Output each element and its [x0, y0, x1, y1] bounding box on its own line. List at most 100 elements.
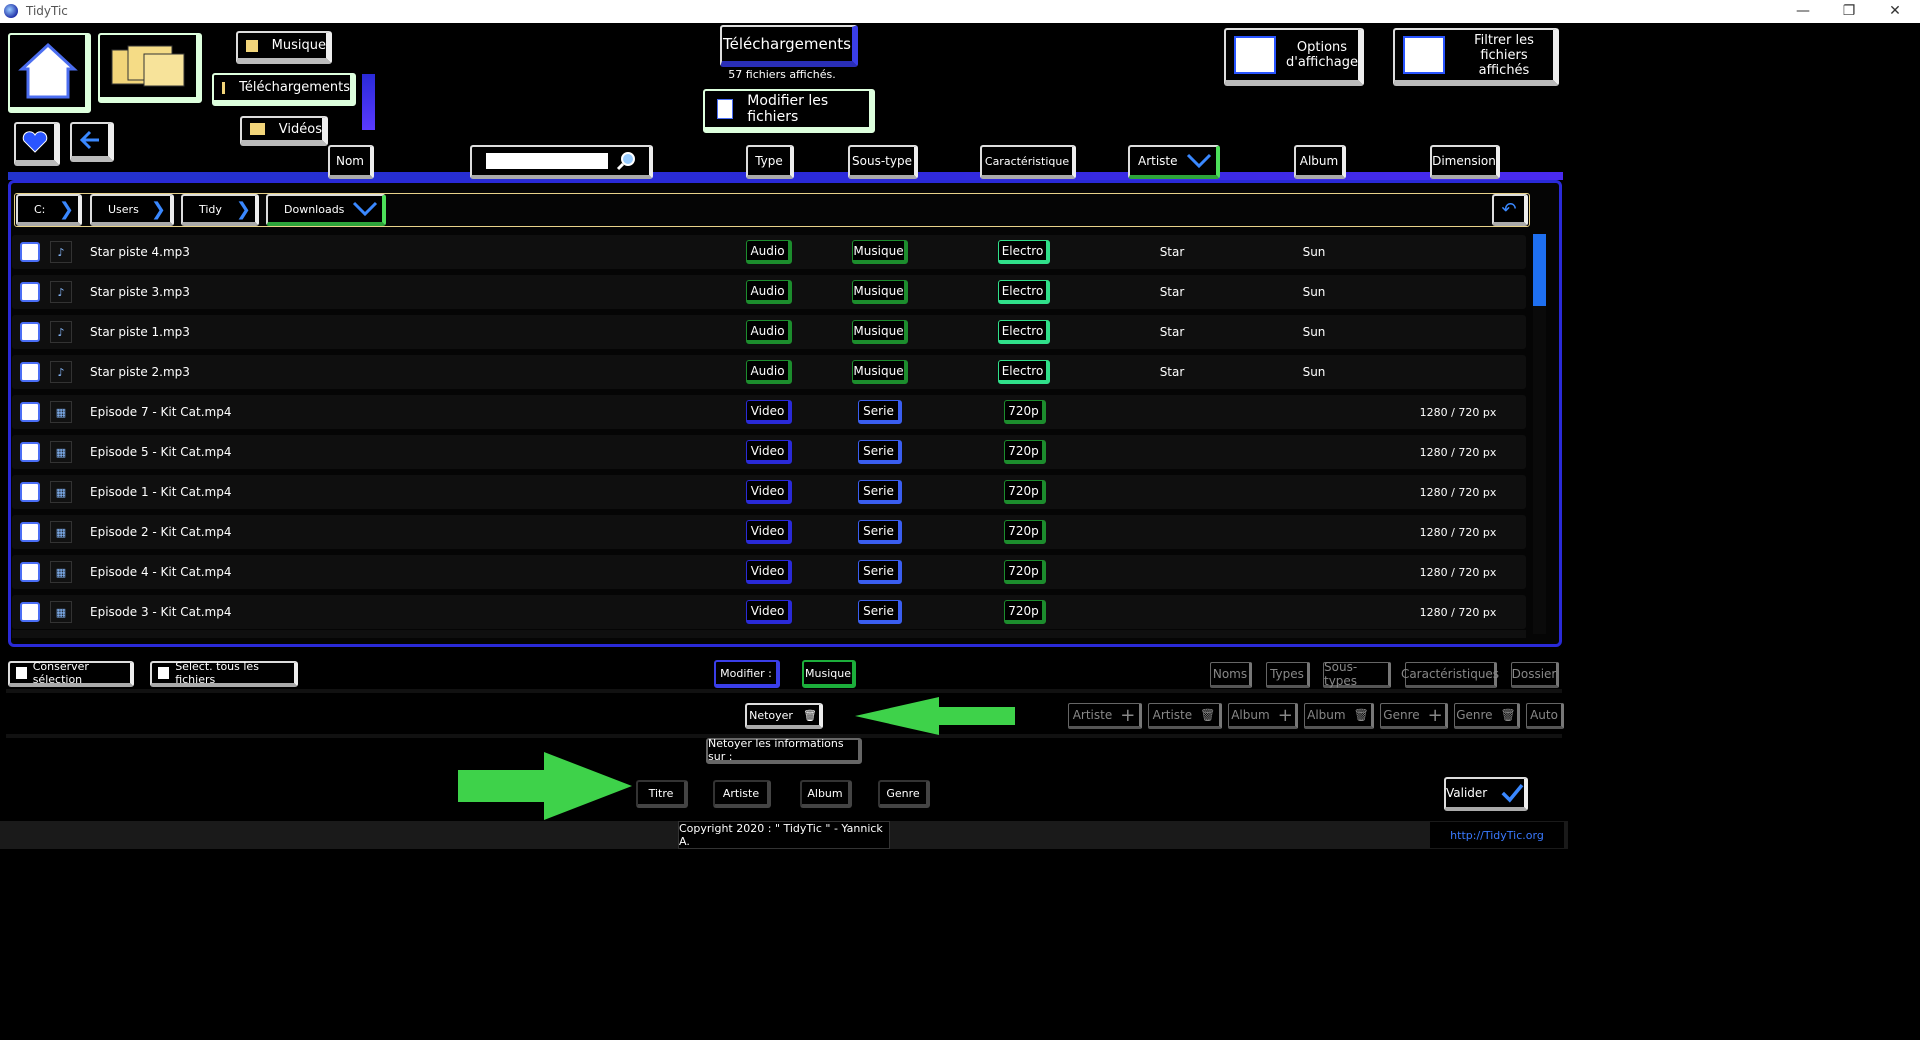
favorites-button[interactable]	[14, 122, 60, 166]
row-checkbox[interactable]	[20, 362, 40, 382]
list-item[interactable]: ♪ Star piste 2.mp3 Audio Musique Electro Star…	[12, 355, 1526, 389]
row-checkbox[interactable]	[20, 482, 40, 502]
characteristic-tag[interactable]: 720p	[1004, 440, 1046, 464]
list-item[interactable]: ♪ Star piste 1.mp3 Audio Musique Electro Star…	[12, 315, 1526, 349]
type-tag[interactable]: Audio	[746, 240, 792, 264]
nav-telechargements-button[interactable]: Téléchargements	[212, 73, 356, 106]
noms-button[interactable]: Noms	[1210, 662, 1252, 688]
column-soustype-button[interactable]: Sous-type	[848, 145, 918, 179]
subtype-tag[interactable]: Musique	[852, 320, 908, 344]
scrollbar-thumb[interactable]	[1533, 234, 1546, 306]
subtype-tag[interactable]: Serie	[858, 520, 902, 544]
column-dimension-button[interactable]: Dimension	[1430, 145, 1500, 179]
artiste-add-button[interactable]: Artiste +	[1068, 703, 1142, 729]
list-item[interactable]: ▦ Episode 1 - Kit Cat.mp4 Video Serie 720p 12…	[12, 475, 1526, 509]
close-icon[interactable]: ✕	[1872, 0, 1918, 23]
subtype-tag[interactable]: Serie	[858, 400, 902, 424]
subtype-tag[interactable]: Serie	[858, 480, 902, 504]
valider-button[interactable]: Valider	[1444, 777, 1528, 811]
refresh-button[interactable]: ↶	[1492, 194, 1528, 226]
column-caracteristique-button[interactable]: Caractéristique	[980, 145, 1076, 179]
list-item[interactable]: ▦ Episode 4 - Kit Cat.mp4 Video Serie 720p 12…	[12, 555, 1526, 589]
row-checkbox[interactable]	[20, 442, 40, 462]
caracteristiques-button[interactable]: Caractéristiques	[1401, 662, 1499, 688]
breadcrumb-item[interactable]: Tidy ❯	[181, 194, 259, 226]
filter-files-button[interactable]: Filtrer les fichiers affichés	[1393, 28, 1559, 86]
search-box[interactable]	[470, 145, 653, 179]
type-tag[interactable]: Audio	[746, 320, 792, 344]
type-tag[interactable]: Audio	[746, 280, 792, 304]
back-button[interactable]	[70, 122, 114, 162]
modify-files-button[interactable]: Modifier les fichiers	[703, 89, 875, 133]
genre-remove-button[interactable]: Genre 🗑	[1454, 703, 1520, 729]
display-options-button[interactable]: Options d'affichage	[1224, 28, 1364, 86]
minimize-icon[interactable]: —	[1780, 0, 1826, 23]
dossier-button[interactable]: Dossier	[1511, 662, 1559, 688]
column-type-button[interactable]: Type	[746, 145, 794, 179]
row-checkbox[interactable]	[20, 522, 40, 542]
subtype-tag[interactable]: Musique	[852, 360, 908, 384]
subtype-tag[interactable]: Serie	[858, 440, 902, 464]
album-add-button[interactable]: Album +	[1228, 703, 1298, 729]
row-checkbox[interactable]	[20, 562, 40, 582]
characteristic-tag[interactable]: 720p	[1004, 480, 1046, 504]
clean-genre-button[interactable]: Genre	[878, 780, 930, 808]
breadcrumb-item[interactable]: C: ❯	[16, 194, 82, 226]
characteristic-tag[interactable]: Electro	[998, 280, 1050, 304]
breadcrumb-item-current[interactable]: Downloads	[266, 194, 386, 226]
subtype-tag[interactable]: Musique	[852, 280, 908, 304]
type-tag[interactable]: Video	[746, 560, 792, 584]
row-checkbox[interactable]	[20, 322, 40, 342]
soustypes-button[interactable]: Sous-types	[1323, 660, 1391, 688]
clean-album-button[interactable]: Album	[800, 780, 852, 808]
row-checkbox[interactable]	[20, 402, 40, 422]
type-tag[interactable]: Video	[746, 400, 792, 424]
maximize-icon[interactable]: ❐	[1826, 0, 1872, 23]
netoyer-button[interactable]: Netoyer 🗑	[745, 703, 823, 729]
nav-videos-button[interactable]: Vidéos	[240, 116, 328, 146]
auto-button[interactable]: Auto	[1526, 703, 1564, 729]
website-link[interactable]: http://TidyTic.org	[1430, 822, 1564, 848]
modifier-musique-button[interactable]: Musique	[802, 660, 856, 688]
breadcrumb-item[interactable]: Users ❯	[90, 194, 174, 226]
characteristic-tag[interactable]: 720p	[1004, 520, 1046, 544]
clean-artiste-button[interactable]: Artiste	[713, 780, 771, 808]
characteristic-tag[interactable]: 720p	[1004, 600, 1046, 624]
types-button[interactable]: Types	[1266, 662, 1310, 688]
type-tag[interactable]: Video	[746, 440, 792, 464]
list-item[interactable]: ▦ Episode 2 - Kit Cat.mp4 Video Serie 720p 12…	[12, 515, 1526, 549]
list-item[interactable]: ▦ Episode 5 - Kit Cat.mp4 Video Serie 720p 12…	[12, 435, 1526, 469]
genre-add-button[interactable]: Genre +	[1380, 703, 1448, 729]
characteristic-tag[interactable]: Electro	[998, 240, 1050, 264]
list-item[interactable]: ♪ Star piste 3.mp3 Audio Musique Electro Star…	[12, 275, 1526, 309]
column-nom-button[interactable]: Nom	[328, 145, 374, 179]
characteristic-tag[interactable]: 720p	[1004, 400, 1046, 424]
list-item[interactable]: ♪ Star piste 4.mp3 Audio Musique Electro Star…	[12, 235, 1526, 269]
keep-selection-button[interactable]: Conserver sélection	[8, 660, 134, 687]
subtype-tag[interactable]: Musique	[852, 240, 908, 264]
subtype-tag[interactable]: Serie	[858, 600, 902, 624]
characteristic-tag[interactable]: 720p	[1004, 560, 1046, 584]
nav-musique-button[interactable]: Musique	[236, 31, 332, 64]
row-checkbox[interactable]	[20, 602, 40, 622]
artiste-remove-button[interactable]: Artiste 🗑	[1148, 703, 1222, 729]
row-checkbox[interactable]	[20, 282, 40, 302]
column-artiste-button[interactable]: Artiste	[1128, 145, 1220, 179]
album-remove-button[interactable]: Album 🗑	[1304, 703, 1374, 729]
characteristic-tag[interactable]: Electro	[998, 320, 1050, 344]
list-item[interactable]: ▦ Episode 7 - Kit Cat.mp4 Video Serie 720p 12…	[12, 395, 1526, 429]
column-album-button[interactable]: Album	[1294, 145, 1346, 179]
type-tag[interactable]: Audio	[746, 360, 792, 384]
folders-button[interactable]	[98, 33, 202, 103]
home-button[interactable]	[8, 33, 91, 113]
row-checkbox[interactable]	[20, 242, 40, 262]
search-input[interactable]	[485, 153, 608, 169]
subtype-tag[interactable]: Serie	[858, 560, 902, 584]
scrollbar-track[interactable]	[1533, 234, 1546, 634]
characteristic-tag[interactable]: Electro	[998, 360, 1050, 384]
select-all-button[interactable]: Select. tous les fichiers	[150, 660, 298, 687]
clean-titre-button[interactable]: Titre	[636, 780, 688, 808]
type-tag[interactable]: Video	[746, 480, 792, 504]
type-tag[interactable]: Video	[746, 600, 792, 624]
type-tag[interactable]: Video	[746, 520, 792, 544]
